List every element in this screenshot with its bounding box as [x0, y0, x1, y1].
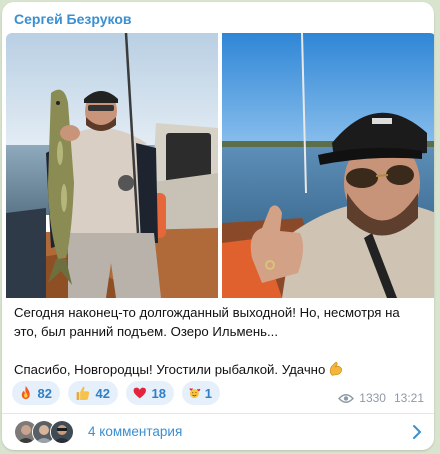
red-heart-icon: [133, 387, 146, 399]
eye-icon: [338, 393, 355, 403]
reaction-fire[interactable]: 82: [12, 381, 60, 405]
reaction-count: 18: [151, 385, 166, 401]
message-text-line: Сегодня наконец-то долгожданный выходной…: [14, 305, 400, 320]
reaction-count: 1: [204, 385, 212, 401]
smiling-face-with-hearts-icon: [189, 388, 201, 399]
photo-album: [6, 33, 434, 298]
message-meta: 1330 13:21: [338, 391, 424, 405]
photo-selfie-lake[interactable]: [222, 33, 434, 298]
reaction-count: 82: [37, 385, 52, 401]
fire-icon: [21, 386, 30, 400]
avatar: [50, 420, 74, 444]
comments-button[interactable]: 4 комментария: [2, 414, 434, 450]
reaction-heart[interactable]: 18: [126, 381, 174, 405]
comments-label: 4 комментария: [88, 424, 183, 439]
message-text-line: это, был ранний подъем. Озеро Ильмень...: [14, 324, 278, 339]
message-time: 13:21: [393, 391, 424, 405]
photo-fishing-boat[interactable]: [6, 33, 218, 298]
views-count: 1330: [359, 391, 386, 405]
message-bubble: Сергей Безруков Сегодня наконец-то долго…: [2, 2, 434, 450]
message-text-line-content: Спасибо, Новгородцы! Угостили рыбалкой. …: [14, 362, 326, 377]
message-text-line: Спасибо, Новгородцы! Угостили рыбалкой. …: [14, 360, 424, 379]
chevron-right-icon: [413, 425, 421, 439]
flexed-biceps-icon: [330, 362, 343, 376]
thumbs-up-icon: [76, 386, 90, 401]
commenter-avatars: [14, 420, 78, 444]
reaction-smiling-hearts[interactable]: 1: [182, 381, 220, 405]
author-name[interactable]: Сергей Безруков: [14, 11, 132, 27]
reaction-count: 42: [95, 385, 110, 401]
reaction-thumbs-up[interactable]: 42: [68, 381, 118, 405]
message-text: Сегодня наконец-то долгожданный выходной…: [14, 303, 424, 379]
